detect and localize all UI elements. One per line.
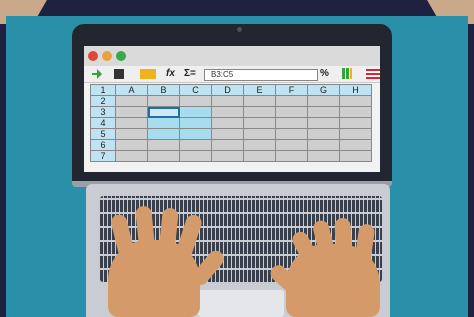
cell[interactable]	[147, 139, 180, 151]
cell[interactable]	[243, 150, 276, 162]
column-header[interactable]: A	[115, 84, 148, 96]
cell[interactable]	[339, 95, 372, 107]
column-header-row: 1 A B C D E F G H	[90, 84, 372, 96]
percent-button[interactable]: %	[320, 68, 329, 80]
column-header[interactable]: B	[147, 84, 180, 96]
cell[interactable]	[339, 117, 372, 129]
cell[interactable]	[179, 139, 212, 151]
row-header[interactable]: 2	[90, 95, 116, 107]
table-row: 5	[90, 128, 372, 140]
close-window-button[interactable]	[88, 51, 98, 61]
table-row: 4	[90, 117, 372, 129]
selected-cell[interactable]	[179, 128, 212, 140]
column-header[interactable]: D	[211, 84, 244, 96]
selected-cell[interactable]	[147, 128, 180, 140]
column-header[interactable]: H	[339, 84, 372, 96]
webcam-icon	[237, 27, 242, 32]
cell[interactable]	[211, 139, 244, 151]
maximize-window-button[interactable]	[116, 51, 126, 61]
window-titlebar	[84, 46, 380, 66]
cell[interactable]	[307, 106, 340, 118]
selected-cell[interactable]	[147, 117, 180, 129]
cell[interactable]	[275, 139, 308, 151]
cell[interactable]	[307, 128, 340, 140]
selected-cell[interactable]	[179, 117, 212, 129]
cell[interactable]	[115, 150, 148, 162]
cell[interactable]	[307, 150, 340, 162]
table-row: 2	[90, 95, 372, 107]
cell[interactable]	[147, 150, 180, 162]
table-row: 3	[90, 106, 372, 118]
cell[interactable]	[339, 139, 372, 151]
chart-icon[interactable]	[342, 68, 352, 79]
cell[interactable]	[211, 117, 244, 129]
table-icon[interactable]	[366, 69, 380, 79]
sum-button[interactable]: Σ=	[184, 68, 196, 80]
cell[interactable]	[179, 95, 212, 107]
cell[interactable]	[243, 106, 276, 118]
minimize-window-button[interactable]	[102, 51, 112, 61]
cell[interactable]	[115, 106, 148, 118]
row-header[interactable]: 3	[90, 106, 116, 118]
cell[interactable]	[339, 106, 372, 118]
cell[interactable]	[339, 128, 372, 140]
column-header[interactable]: F	[275, 84, 308, 96]
arrow-icon[interactable]	[92, 69, 102, 79]
cell[interactable]	[275, 117, 308, 129]
cell[interactable]	[211, 150, 244, 162]
cell[interactable]	[275, 128, 308, 140]
cell[interactable]	[243, 95, 276, 107]
cell[interactable]	[307, 117, 340, 129]
save-icon[interactable]	[114, 69, 124, 79]
column-header[interactable]: E	[243, 84, 276, 96]
cell[interactable]	[275, 95, 308, 107]
cell[interactable]	[275, 150, 308, 162]
cell[interactable]	[211, 106, 244, 118]
row-header[interactable]: 6	[90, 139, 116, 151]
table-row: 7	[90, 150, 372, 162]
row-header[interactable]: 4	[90, 117, 116, 129]
cell[interactable]	[115, 139, 148, 151]
folder-icon[interactable]	[140, 69, 156, 79]
formula-input[interactable]: B3:C5	[204, 69, 318, 81]
spreadsheet-window: fx Σ= B3:C5 % 1 A B C D E F G H 2 3 4 5 …	[84, 46, 380, 172]
corner-cell[interactable]: 1	[90, 84, 116, 96]
cell[interactable]	[115, 128, 148, 140]
cell[interactable]	[211, 95, 244, 107]
row-header[interactable]: 5	[90, 128, 116, 140]
cell[interactable]	[115, 95, 148, 107]
selected-cell[interactable]	[179, 106, 212, 118]
function-button[interactable]: fx	[166, 68, 175, 80]
cell[interactable]	[211, 128, 244, 140]
cell[interactable]	[243, 139, 276, 151]
touchpad[interactable]	[198, 290, 284, 317]
spreadsheet-toolbar: fx Σ= B3:C5 %	[84, 66, 380, 83]
cell[interactable]	[115, 117, 148, 129]
row-header[interactable]: 7	[90, 150, 116, 162]
cell[interactable]	[307, 139, 340, 151]
active-cell[interactable]	[147, 106, 180, 118]
cell[interactable]	[243, 117, 276, 129]
cell[interactable]	[275, 106, 308, 118]
cell[interactable]	[179, 150, 212, 162]
cell[interactable]	[307, 95, 340, 107]
column-header[interactable]: G	[307, 84, 340, 96]
column-header[interactable]: C	[179, 84, 212, 96]
cell[interactable]	[243, 128, 276, 140]
table-row: 6	[90, 139, 372, 151]
cell[interactable]	[147, 95, 180, 107]
cell[interactable]	[339, 150, 372, 162]
spreadsheet-grid: 1 A B C D E F G H 2 3 4 5 6 7	[90, 84, 372, 162]
